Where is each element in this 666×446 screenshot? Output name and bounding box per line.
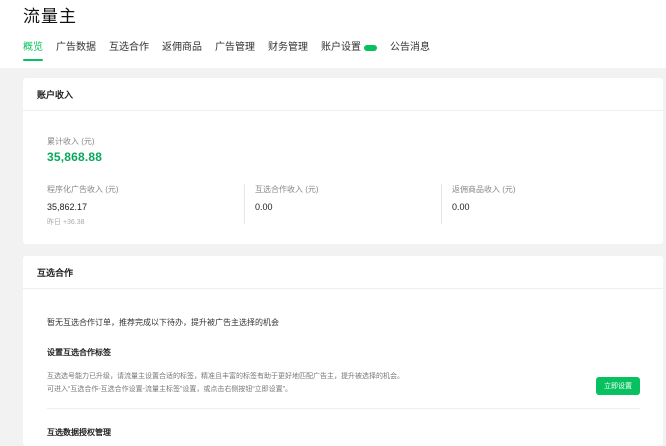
new-badge-icon [364, 45, 377, 51]
income-label: 程序化广告收入 (元) [47, 185, 119, 194]
income-value: 35,862.17 [47, 202, 88, 212]
tag-setting-title: 设置互选合作标签 [47, 348, 111, 357]
commission-product-income: 返佣商品收入 (元) 0.00 [452, 184, 516, 212]
income-label: 互选合作收入 (元) [255, 185, 319, 194]
tab-announcements[interactable]: 公告消息 [390, 41, 430, 55]
app-title: 流量主 [23, 7, 77, 26]
tab-label: 概览 [23, 42, 43, 53]
tab-label: 广告数据 [56, 42, 96, 53]
total-income-label: 累计收入 (元) [47, 137, 95, 146]
income-value: 0.00 [255, 202, 273, 212]
setup-now-button[interactable]: 立即设置 [596, 377, 640, 395]
tab-ad-data[interactable]: 广告数据 [56, 41, 96, 55]
tab-commission-products[interactable]: 返佣商品 [162, 41, 202, 55]
description-line: 可进入“互选合作-互选合作设置-流量主标签”设置，或点击右侧按钮“立即设置”。 [47, 386, 292, 393]
income-card-header: 账户收入 [23, 78, 663, 111]
mutual-cooperation-card: 互选合作 暂无互选合作订单，推荐完成以下待办，提升被广告主选择的机会 设置互选合… [23, 256, 663, 446]
tab-label: 公告消息 [390, 42, 430, 53]
main-nav: 概览 广告数据 互选合作 返佣商品 广告管理 财务管理 账户设置 公告消息 [23, 38, 443, 61]
yesterday-delta: 昨日 +36.38 [47, 219, 85, 226]
tag-setting-description: 互选选号能力已升级，请流量主设置合适的标签，精准且丰富的标签有助于更好地匹配广告… [47, 370, 587, 396]
total-income-value: 35,868.88 [47, 150, 103, 164]
income-card-title: 账户收入 [37, 89, 74, 100]
income-value: 0.00 [452, 202, 470, 212]
income-label: 返佣商品收入 (元) [452, 185, 516, 194]
column-divider [244, 184, 245, 224]
data-authorization-title: 互选数据授权管理 [47, 428, 111, 437]
programmatic-ad-income: 程序化广告收入 (元) 35,862.17 昨日 +36.38 [47, 184, 119, 227]
tab-label: 广告管理 [215, 42, 255, 53]
mutual-card-header: 互选合作 [23, 256, 663, 289]
description-line: 互选选号能力已升级，请流量主设置合适的标签，精准且丰富的标签有助于更好地匹配广告… [47, 373, 404, 380]
income-card: 账户收入 累计收入 (元) 35,868.88 程序化广告收入 (元) 35,8… [23, 78, 663, 244]
tab-overview[interactable]: 概览 [23, 41, 43, 61]
mutual-cooperation-income: 互选合作收入 (元) 0.00 [255, 184, 319, 212]
column-divider [441, 184, 442, 224]
tab-ad-management[interactable]: 广告管理 [215, 41, 255, 55]
tab-label: 财务管理 [268, 42, 308, 53]
tab-mutual-cooperation[interactable]: 互选合作 [109, 41, 149, 55]
tab-finance[interactable]: 财务管理 [268, 41, 308, 55]
empty-orders-tip: 暂无互选合作订单，推荐完成以下待办，提升被广告主选择的机会 [47, 318, 279, 327]
tab-label: 账户设置 [321, 42, 361, 53]
section-divider [47, 408, 640, 409]
tab-label: 返佣商品 [162, 42, 202, 53]
tab-label: 互选合作 [109, 42, 149, 53]
mutual-card-title: 互选合作 [37, 267, 74, 278]
top-bar: 流量主 概览 广告数据 互选合作 返佣商品 广告管理 财务管理 账户设置 公告消… [0, 0, 666, 68]
tab-account-settings[interactable]: 账户设置 [321, 41, 377, 55]
